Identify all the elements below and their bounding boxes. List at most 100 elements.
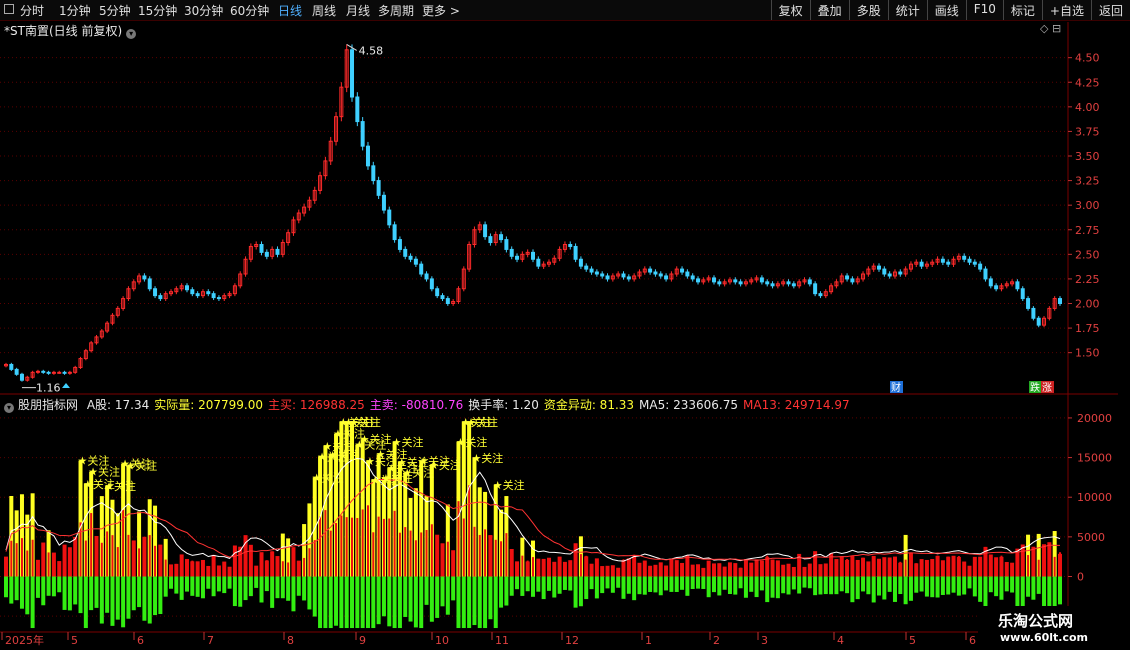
kline-chart[interactable]: 4.50 4.25 4.00 3.75 3.50 3.25 3.00 2.75 2.50 2.25… [0, 0, 1130, 650]
buy-bar [537, 565, 540, 577]
sell-bar [722, 576, 727, 590]
tab-daily[interactable]: 日线 [278, 2, 302, 19]
volume-bar [30, 493, 35, 577]
candle-body [983, 268, 988, 280]
sell-bar [403, 576, 408, 617]
buy-bar [744, 561, 747, 577]
buy-bar [1016, 559, 1019, 577]
buy-bar [494, 539, 497, 577]
sell-bar [658, 576, 663, 596]
candle-body [978, 263, 983, 270]
buy-bar [462, 518, 465, 577]
sell-bar [46, 576, 51, 596]
buy-bar [814, 553, 817, 577]
buy-bar [808, 564, 811, 577]
volume-bar [344, 421, 349, 577]
candle-body [46, 371, 51, 374]
attention-label: ★关注 [493, 478, 525, 492]
add-watchlist-button[interactable]: +自选 [1041, 0, 1091, 20]
volume-bar [642, 560, 647, 577]
sell-bar [914, 576, 919, 593]
buy-bar [893, 562, 896, 577]
tab-1min[interactable]: 1分钟 [59, 2, 91, 19]
buy-bar [201, 566, 204, 577]
buy-bar [116, 547, 119, 577]
chevron-down-icon[interactable]: ▾ [4, 403, 14, 413]
candle-body [397, 239, 402, 250]
candle-body [536, 258, 541, 267]
buy-bar [862, 557, 865, 577]
candle-body [706, 277, 711, 281]
sell-bar [908, 576, 913, 601]
candle-body [30, 371, 35, 378]
sell-bar [222, 576, 227, 594]
sell-bar [1010, 576, 1015, 593]
candle-body [493, 234, 498, 244]
buy-bar [702, 570, 705, 577]
attention-label: ★关注 [397, 455, 429, 469]
mark-button[interactable]: 标记 [1002, 0, 1042, 20]
buy-bar [175, 563, 178, 577]
volume-bar [1015, 548, 1020, 577]
menu-square-icon[interactable] [4, 4, 14, 14]
tab-monthly[interactable]: 月线 [346, 2, 370, 19]
volume-bar [802, 566, 807, 577]
f10-button[interactable]: F10 [965, 0, 1003, 20]
volume-bar [568, 560, 573, 577]
x-axis-label: 10 [435, 634, 449, 647]
chart-tool-icons[interactable]: ◇ ⊟ [1040, 22, 1061, 35]
candle-body [232, 285, 237, 295]
buy-bar [723, 569, 726, 577]
sell-bar [435, 576, 440, 618]
candle-body [115, 307, 120, 316]
tab-15min[interactable]: 15分钟 [138, 2, 177, 19]
sell-bar [520, 576, 525, 596]
tab-fenshi[interactable]: 分时 [20, 2, 44, 19]
buy-bar [1032, 553, 1035, 577]
volume-bar [499, 509, 504, 577]
chevron-down-icon[interactable]: ▾ [126, 29, 137, 39]
back-button[interactable]: 返回 [1090, 0, 1130, 20]
sell-bar [35, 576, 40, 598]
attention-label: ★关注 [386, 461, 418, 475]
buy-bar [409, 530, 412, 577]
tab-5min[interactable]: 5分钟 [99, 2, 131, 19]
tab-30min[interactable]: 30分钟 [184, 2, 223, 19]
sell-bar [488, 576, 493, 620]
multi-stock-button[interactable]: 多股 [848, 0, 888, 20]
volume-bar [110, 499, 115, 577]
candle-body [227, 293, 232, 297]
candle-body [685, 271, 690, 277]
draw-line-button[interactable]: 画线 [926, 0, 966, 20]
buy-bar [973, 561, 976, 577]
volume-bar [472, 457, 477, 577]
statistics-button[interactable]: 统计 [887, 0, 927, 20]
candle-body [892, 271, 897, 277]
overlay-button[interactable]: 叠加 [809, 0, 849, 20]
buy-bar [766, 555, 769, 577]
sell-bar [397, 576, 402, 629]
sell-bar [813, 576, 818, 596]
tab-multi-period[interactable]: 多周期 [378, 2, 414, 19]
sell-bar [413, 576, 418, 628]
stock-title[interactable]: *ST南置(日线 前复权) ▾ [4, 22, 137, 39]
volume-bar [653, 564, 658, 577]
sell-bar [73, 576, 78, 605]
candle-body [238, 273, 243, 287]
tab-60min[interactable]: 60分钟 [230, 2, 269, 19]
volume-bar [871, 555, 876, 577]
volume-bar [972, 556, 977, 577]
tab-weekly[interactable]: 周线 [312, 2, 336, 19]
restore-rights-button[interactable]: 复权 [770, 0, 810, 20]
sell-bar [94, 576, 99, 608]
sell-bar [429, 576, 434, 622]
sell-bar [179, 576, 184, 600]
tab-more[interactable]: 更多 > [422, 2, 460, 19]
volume-bar [381, 477, 386, 577]
sell-bar [626, 576, 631, 594]
buy-bar [574, 556, 577, 577]
candle-body [408, 255, 413, 260]
volume-bar [882, 557, 887, 577]
buy-bar [691, 565, 694, 577]
buy-bar [74, 545, 77, 577]
